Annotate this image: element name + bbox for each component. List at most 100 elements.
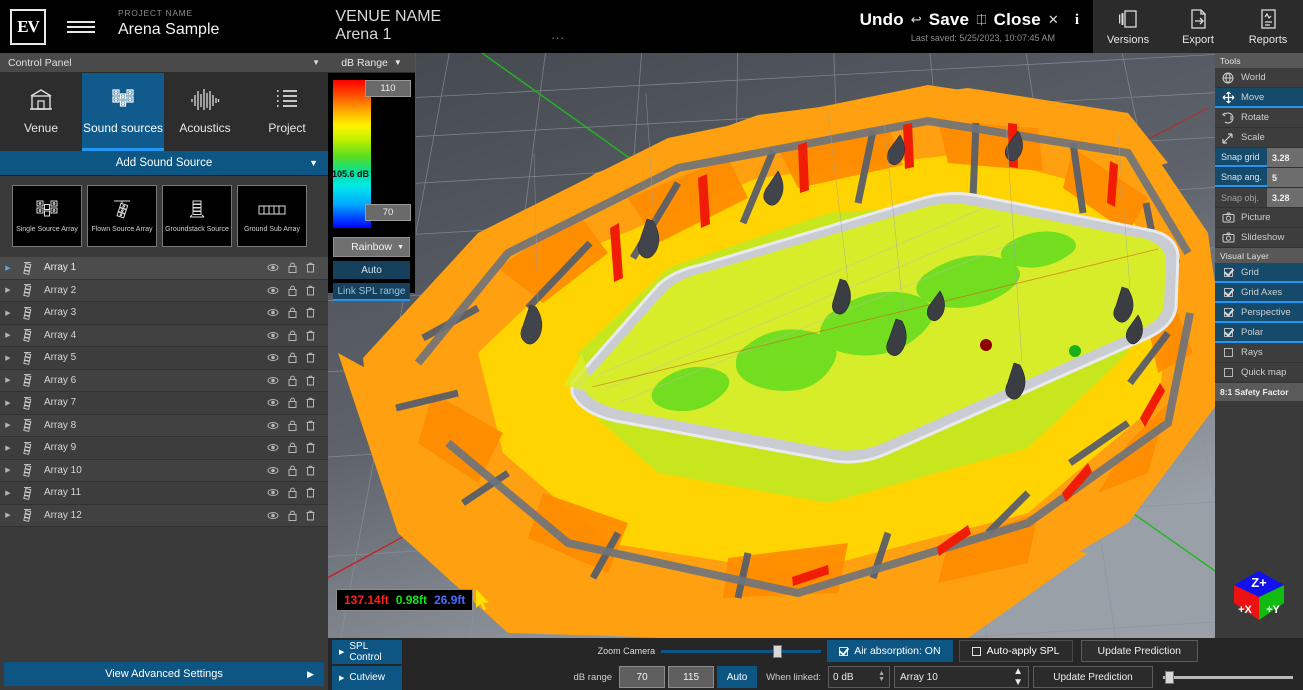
groundstack-source-card[interactable]: Groundstack Source — [162, 185, 232, 247]
expand-arrow-icon[interactable]: ▶ — [0, 309, 16, 317]
navigation-cube[interactable]: Z+ +X +Y — [1226, 563, 1292, 634]
snap-object-row[interactable]: Snap obj. 3.28 — [1215, 188, 1303, 208]
delete-icon[interactable] — [306, 487, 315, 498]
spinner-icon[interactable]: ▲ ▼ — [878, 670, 885, 684]
tab-venue[interactable]: Venue — [0, 73, 82, 151]
close-icon[interactable]: ✕ — [1048, 12, 1059, 28]
array-row[interactable]: ▶ Array 9 — [0, 437, 328, 460]
db-max-input[interactable]: 110 — [365, 80, 411, 97]
eye-icon[interactable] — [267, 442, 279, 453]
save-button[interactable]: Save — [929, 10, 970, 30]
array-row[interactable]: ▶ Array 7 — [0, 392, 328, 415]
chevron-down-icon[interactable]: ▼ — [312, 58, 320, 67]
expand-arrow-icon[interactable]: ▶ — [0, 444, 16, 452]
array-row[interactable]: ▶ Array 6 — [0, 369, 328, 392]
delete-icon[interactable] — [306, 285, 315, 296]
eye-icon[interactable] — [267, 420, 279, 431]
visual-layer-quick-map[interactable]: Quick map — [1215, 363, 1303, 383]
view-advanced-settings-button[interactable]: View Advanced Settings ▶ — [4, 662, 324, 686]
tab-sound-sources[interactable]: Sound sources — [82, 73, 164, 151]
lock-icon[interactable] — [288, 375, 297, 386]
array-row[interactable]: ▶ Array 1 — [0, 257, 328, 280]
spl-control-tab[interactable]: ▶ SPL Control — [332, 639, 402, 664]
spl-level-slider[interactable] — [1163, 670, 1293, 684]
link-spl-range-button[interactable]: Link SPL range — [333, 283, 410, 301]
lock-icon[interactable] — [288, 420, 297, 431]
expand-arrow-icon[interactable]: ▶ — [0, 286, 16, 294]
undo-button[interactable]: Undo — [860, 10, 904, 30]
expand-arrow-icon[interactable]: ▶ — [0, 421, 16, 429]
tool-rotate[interactable]: Rotate — [1215, 108, 1303, 128]
db-range-min-input[interactable]: 70 — [619, 666, 666, 688]
chevron-down-icon[interactable]: ▼ — [397, 244, 404, 251]
lock-icon[interactable] — [288, 442, 297, 454]
delete-icon[interactable] — [306, 420, 315, 431]
expand-arrow-icon[interactable]: ▶ — [0, 489, 16, 497]
single-source-array-card[interactable]: Single Source Array — [12, 185, 82, 247]
chevron-down-icon[interactable]: ▼ — [394, 58, 402, 67]
array-row[interactable]: ▶ Array 11 — [0, 482, 328, 505]
info-icon[interactable]: i — [1075, 12, 1079, 29]
lock-icon[interactable] — [288, 352, 297, 364]
array-row[interactable]: ▶ Array 4 — [0, 324, 328, 347]
snap-angle-row[interactable]: Snap ang. 5 — [1215, 168, 1303, 188]
flown-source-array-card[interactable]: Flown Source Array — [87, 185, 157, 247]
eye-icon[interactable] — [267, 397, 279, 408]
close-button[interactable]: Close — [994, 10, 1041, 30]
delete-icon[interactable] — [306, 375, 315, 386]
overflow-menu-icon[interactable]: ... — [551, 11, 565, 42]
visual-layer-grid-axes[interactable]: Grid Axes — [1215, 283, 1303, 303]
tool-move[interactable]: Move — [1215, 88, 1303, 108]
tab-project[interactable]: Project — [246, 73, 328, 151]
array-select-dropdown[interactable]: Array 10 ▲ ▼ — [894, 666, 1029, 688]
expand-arrow-icon[interactable]: ▶ — [0, 354, 16, 362]
expand-arrow-icon[interactable]: ▶ — [0, 264, 16, 272]
db-range-max-input[interactable]: 115 — [668, 666, 715, 688]
export-button[interactable]: Export — [1163, 0, 1233, 53]
chevron-right-icon[interactable]: ▶ — [307, 669, 314, 680]
snap-object-value[interactable]: 3.28 — [1267, 188, 1303, 207]
versions-button[interactable]: Versions — [1093, 0, 1163, 53]
delete-icon[interactable] — [306, 352, 315, 363]
tool-world[interactable]: World — [1215, 68, 1303, 88]
chevron-down-icon[interactable]: ▼ — [309, 158, 318, 168]
lock-icon[interactable] — [288, 285, 297, 296]
control-panel-header[interactable]: Control Panel ▼ — [0, 53, 328, 73]
palette-select[interactable]: Rainbow ▼ — [333, 237, 410, 257]
slideshow-button[interactable]: Slideshow — [1215, 228, 1303, 248]
delete-icon[interactable] — [306, 510, 315, 521]
cutview-tab[interactable]: ▶ Cutview — [332, 665, 402, 690]
lock-icon[interactable] — [288, 487, 297, 499]
eye-icon[interactable] — [267, 262, 279, 273]
eye-icon[interactable] — [267, 465, 279, 476]
3d-viewport[interactable]: 137.14ft 0.98ft 26.9ft — [328, 53, 1215, 638]
expand-arrow-icon[interactable]: ▶ — [0, 376, 16, 384]
picture-button[interactable]: Picture — [1215, 208, 1303, 228]
eye-icon[interactable] — [267, 510, 279, 521]
visual-layer-perspective[interactable]: Perspective — [1215, 303, 1303, 323]
eye-icon[interactable] — [267, 307, 279, 318]
hamburger-icon[interactable] — [56, 0, 106, 53]
ground-sub-array-card[interactable]: Ground Sub Array — [237, 185, 307, 247]
array-row[interactable]: ▶ Array 3 — [0, 302, 328, 325]
array-row[interactable]: ▶ Array 5 — [0, 347, 328, 370]
eye-icon[interactable] — [267, 375, 279, 386]
array-row[interactable]: ▶ Array 8 — [0, 414, 328, 437]
delete-icon[interactable] — [306, 330, 315, 341]
eye-icon[interactable] — [267, 330, 279, 341]
visual-layer-rays[interactable]: Rays — [1215, 343, 1303, 363]
lock-icon[interactable] — [288, 465, 297, 476]
add-sound-source-button[interactable]: Add Sound Source ▼ — [0, 151, 328, 176]
zoom-slider-knob[interactable] — [773, 645, 783, 658]
delete-icon[interactable] — [306, 397, 315, 408]
zoom-camera-slider[interactable] — [661, 644, 822, 658]
db-range-header[interactable]: dB Range ▼ — [328, 53, 415, 73]
undo-icon[interactable]: ↩ — [911, 12, 922, 28]
expand-arrow-icon[interactable]: ▶ — [0, 331, 16, 339]
delete-icon[interactable] — [306, 262, 315, 273]
eye-icon[interactable] — [267, 352, 279, 363]
spl-slider-knob[interactable] — [1165, 671, 1174, 684]
db-auto-button[interactable]: Auto — [333, 261, 410, 279]
visual-layer-grid[interactable]: Grid — [1215, 263, 1303, 283]
snap-grid-value[interactable]: 3.28 — [1267, 148, 1303, 167]
